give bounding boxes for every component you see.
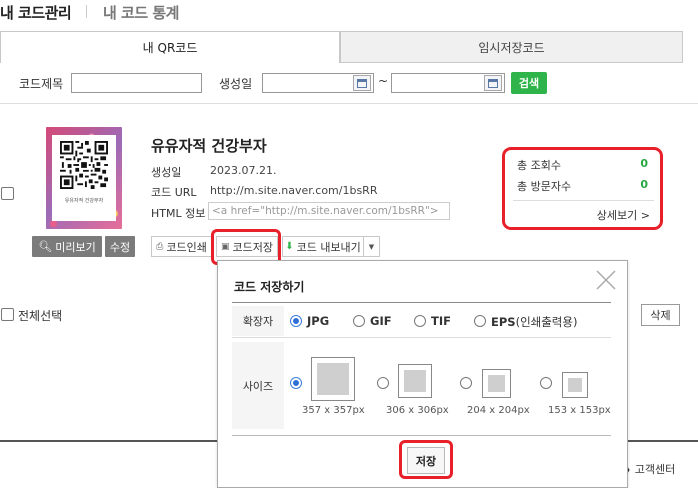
page-title: 내 코드관리 bbox=[0, 4, 72, 22]
size-label: 사이즈 bbox=[232, 342, 284, 429]
total-views-label: 총 조회수 bbox=[517, 159, 561, 172]
dialog-title: 코드 저장하기 bbox=[234, 280, 305, 294]
created-label: 생성일 bbox=[151, 166, 182, 179]
end-date-input[interactable] bbox=[391, 73, 505, 93]
size-204-label: 204 x 204px bbox=[467, 405, 530, 416]
divider bbox=[0, 103, 698, 104]
customer-center-link[interactable]: ❯ 고객센터 bbox=[622, 461, 675, 477]
divider bbox=[232, 302, 611, 303]
total-visitors-label: 총 방문자수 bbox=[517, 180, 572, 193]
divider bbox=[513, 200, 654, 201]
search-icon: 🔍︎ bbox=[38, 240, 53, 253]
code-title-input[interactable] bbox=[71, 73, 202, 93]
created-value: 2023.07.21. bbox=[210, 164, 277, 177]
divider bbox=[232, 435, 611, 436]
size-204-radio[interactable] bbox=[460, 377, 472, 389]
detail-link[interactable]: 상세보기 > bbox=[597, 207, 650, 223]
tif-label: TIF bbox=[431, 314, 451, 328]
printer-icon: ⎙ bbox=[156, 241, 164, 252]
created-date-label: 생성일 bbox=[219, 77, 253, 91]
close-icon[interactable] bbox=[595, 269, 617, 291]
delete-button[interactable]: 삭제 bbox=[641, 304, 680, 326]
calendar-icon[interactable] bbox=[484, 75, 502, 91]
total-visitors-value: 0 bbox=[640, 178, 648, 191]
stats-panel: 총 조회수 0 총 방문자수 0 상세보기 > bbox=[502, 147, 663, 230]
code-url-label: 코드 URL bbox=[151, 186, 197, 199]
size-306-preview bbox=[398, 364, 432, 398]
html-info-field[interactable]: <a href="http://m.site.naver.com/1bsRR"> bbox=[208, 202, 450, 220]
calendar-icon[interactable] bbox=[353, 75, 371, 91]
caret-down-icon: ▼ bbox=[368, 242, 375, 251]
total-views-value: 0 bbox=[640, 157, 648, 170]
download-icon: ⬇ bbox=[285, 241, 294, 252]
gif-label: GIF bbox=[370, 314, 392, 328]
tif-radio[interactable] bbox=[414, 315, 426, 327]
size-153-label: 153 x 153px bbox=[548, 405, 611, 416]
size-357-radio[interactable] bbox=[290, 377, 302, 389]
code-stats-link[interactable]: 내 코드 통계 bbox=[103, 2, 179, 23]
tab-temp-saved-codes[interactable]: 임시저장코드 bbox=[340, 31, 683, 63]
qr-code-icon bbox=[60, 141, 108, 189]
size-306-radio[interactable] bbox=[377, 377, 389, 389]
header-divider bbox=[86, 5, 87, 18]
print-code-button[interactable]: ⎙ 코드인쇄 bbox=[151, 236, 212, 257]
size-357-label: 357 x 357px bbox=[302, 405, 365, 416]
gif-radio[interactable] bbox=[353, 315, 365, 327]
row-checkbox[interactable] bbox=[1, 187, 14, 200]
size-204-preview bbox=[482, 369, 511, 398]
export-code-button[interactable]: ⬇ 코드 내보내기 bbox=[282, 236, 364, 257]
start-date-input[interactable] bbox=[262, 73, 374, 93]
export-dropdown-button[interactable]: ▼ bbox=[363, 236, 380, 257]
select-all-label: 전체선택 bbox=[18, 309, 63, 323]
qr-caption: 유유자적 건강부자 bbox=[64, 198, 104, 204]
code-url-value[interactable]: http://m.site.naver.com/1bsRR bbox=[210, 184, 377, 197]
tab-my-qr-codes[interactable]: 내 QR코드 bbox=[0, 31, 340, 63]
divider bbox=[232, 337, 611, 338]
size-153-preview bbox=[562, 372, 588, 398]
size-306-label: 306 x 306px bbox=[386, 405, 449, 416]
eps-label: EPS(인쇄출력용) bbox=[491, 315, 578, 329]
jpg-label: JPG bbox=[307, 314, 330, 328]
code-title: 유유자적 건강부자 bbox=[151, 137, 267, 155]
date-range-separator: ~ bbox=[378, 74, 389, 88]
highlight-save-button bbox=[399, 440, 453, 479]
size-153-radio[interactable] bbox=[540, 377, 552, 389]
jpg-radio[interactable] bbox=[290, 315, 302, 327]
extension-label: 확장자 bbox=[232, 306, 284, 336]
search-button[interactable]: 검색 bbox=[511, 72, 547, 94]
edit-button[interactable]: 수정 bbox=[105, 236, 135, 257]
html-info-label: HTML 정보 bbox=[151, 207, 206, 220]
preview-button[interactable]: 🔍︎ 미리보기 bbox=[32, 236, 102, 257]
save-code-dialog: 코드 저장하기 확장자 JPG GIF TIF EPS(인쇄출력용) 사이즈 3… bbox=[217, 260, 628, 488]
select-all-checkbox[interactable] bbox=[1, 308, 14, 321]
eps-radio[interactable] bbox=[474, 315, 486, 327]
code-title-label: 코드제목 bbox=[19, 77, 64, 91]
size-357-preview bbox=[311, 357, 355, 401]
qr-code-thumbnail[interactable]: 유유자적 건강부자 bbox=[46, 127, 122, 229]
